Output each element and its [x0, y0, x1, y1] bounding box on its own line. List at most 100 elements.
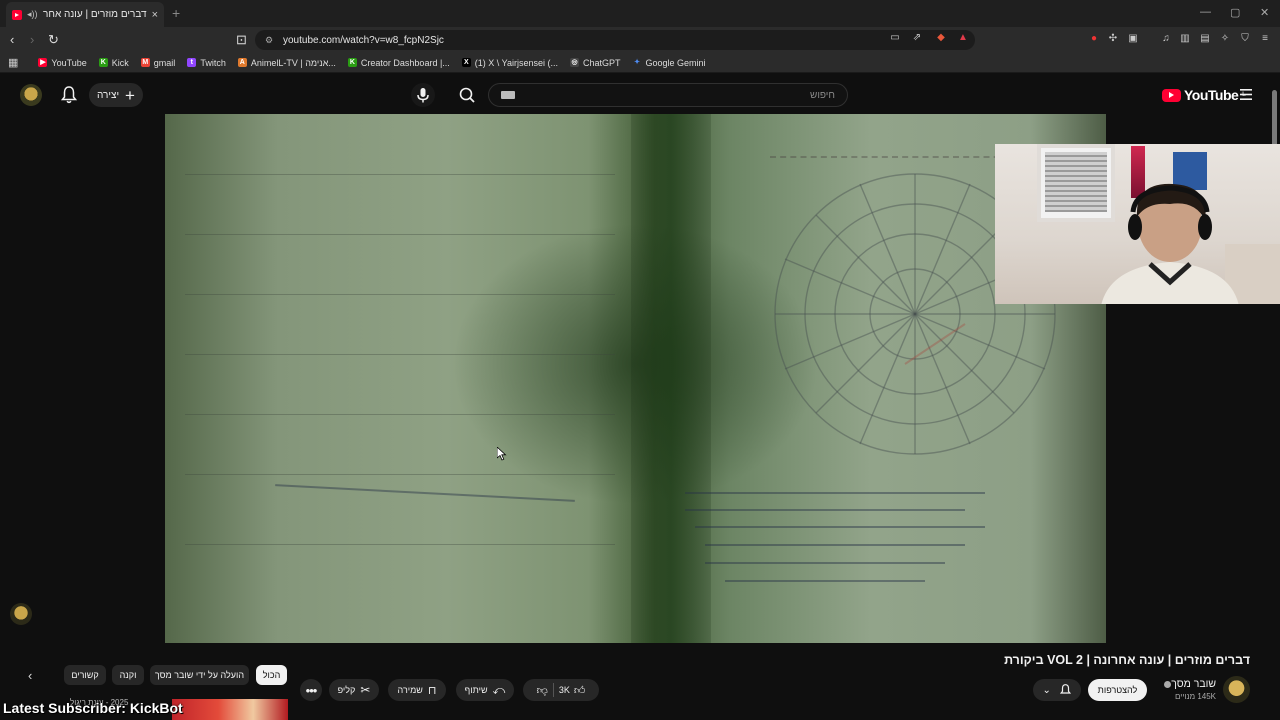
browser-tab-strip: ◂)) דברים מוזרים | עונה אחרונה × + — ▢ ✕ [0, 0, 1280, 27]
bookmark-x[interactable]: X (1) X \ Yairjsensei (... [461, 58, 558, 68]
bookmark-kick[interactable]: K Kick [98, 58, 129, 68]
notifications-bell-icon[interactable] [61, 86, 77, 104]
subscribe-button[interactable]: להצטרפות [1088, 679, 1147, 701]
bell-icon [1060, 684, 1072, 694]
voice-search-icon[interactable] [411, 83, 435, 107]
bookmark-gmail[interactable]: Mgmail [140, 58, 175, 68]
subscriber-count: 145K מנויים [1174, 692, 1216, 701]
maximize-icon[interactable]: ▢ [1230, 6, 1240, 19]
page-rule-line [185, 544, 615, 545]
page-rule-line [185, 174, 615, 175]
kick-icon: K [347, 58, 357, 67]
sidebar-toggle-icon[interactable]: ▥ [1179, 33, 1191, 45]
ink-stroke [685, 492, 985, 494]
ink-stroke [725, 580, 925, 582]
tab-title: דברים מוזרים | עונה אחרונה [43, 9, 147, 20]
browser-toolbar: ‹ › ↻ ⊡ ⚙ youtube.com/watch?v=w8_fcpN2Sj… [0, 27, 1280, 53]
wallet-icon[interactable]: ▤ [1199, 33, 1211, 45]
overlay-thumbnail [172, 699, 288, 720]
chevron-down-icon: ⌄ [1042, 684, 1051, 696]
bookmark-twitch[interactable]: t Twitch [187, 58, 226, 68]
close-window-icon[interactable]: ✕ [1260, 6, 1269, 19]
extensions-icon[interactable]: ✣ [1107, 33, 1119, 45]
minimize-icon[interactable]: — [1200, 6, 1211, 18]
page-rule-line [185, 234, 615, 235]
bookmark-gemini[interactable]: ✦ Google Gemini [633, 58, 705, 68]
search-placeholder: חיפוש [810, 89, 835, 101]
page-rule-line [185, 294, 615, 295]
share-button[interactable]: שיתוף ⤺ [456, 679, 514, 701]
like-button[interactable]: 3K 👍︎ [559, 684, 586, 697]
like-count: 3K [558, 685, 570, 695]
new-tab-button[interactable]: + [172, 5, 180, 21]
bookmark-chatgpt[interactable]: ◎ ChatGPT [570, 58, 621, 68]
vpn-shield-icon[interactable]: ⛉ [1239, 33, 1251, 45]
chip-all[interactable]: הכול [256, 665, 287, 685]
ink-stroke [705, 544, 965, 546]
browser-menu-icon[interactable]: ≡ [1259, 33, 1271, 45]
side-avatar[interactable] [10, 603, 32, 625]
bookmark-animeil[interactable]: A AnimelL-TV | אנימה... [237, 58, 336, 68]
stream-subscriber-overlay: Latest Subscriber: KickBot [3, 700, 183, 716]
speaker-icon[interactable]: ◂)) [27, 9, 38, 20]
clip-label: קליפ [337, 685, 356, 695]
ink-stroke [695, 526, 985, 528]
page-rule-line [185, 354, 615, 355]
reload-icon[interactable]: ↻ [48, 32, 59, 48]
channel-avatar[interactable] [1223, 676, 1250, 703]
chip-related[interactable]: קשורים [64, 665, 106, 685]
site-info-icon[interactable]: ⚙ [265, 35, 275, 46]
logo-text: YouTube [1184, 87, 1239, 103]
more-actions-button[interactable]: ••• [300, 679, 322, 701]
youtube-play-icon [1162, 88, 1181, 102]
webcam-overlay [995, 144, 1280, 304]
media-controls-icon[interactable]: ♫ [1160, 33, 1172, 45]
save-button[interactable]: שמירה ⊓ [388, 679, 446, 701]
clip-button[interactable]: קליפ ✂ [329, 679, 379, 701]
dislike-button[interactable]: 👎︎ [537, 684, 548, 697]
back-icon[interactable]: ‹ [10, 32, 14, 47]
chip-vkane[interactable]: וקנה [112, 665, 144, 685]
close-tab-icon[interactable]: × [152, 9, 158, 21]
guide-menu-icon[interactable] [1240, 89, 1252, 100]
save-label: שמירה [397, 685, 423, 695]
create-label: יצירה [97, 89, 120, 101]
page-scrollbar[interactable] [1272, 90, 1277, 150]
ink-stroke [705, 562, 945, 564]
browser-tab[interactable]: ◂)) דברים מוזרים | עונה אחרונה × [6, 2, 164, 27]
bookmark-icon: ⊓ [427, 684, 437, 697]
gmail-icon: M [140, 58, 150, 67]
search-icon[interactable] [452, 83, 484, 107]
cast-icon[interactable]: ▭ [889, 32, 901, 44]
brave-shield-icon[interactable]: ◆ [935, 32, 947, 44]
address-bar[interactable]: ⚙ youtube.com/watch?v=w8_fcpN2Sjc [255, 30, 975, 50]
bookmark-creator-dashboard[interactable]: K Creator Dashboard |... [347, 58, 450, 68]
leo-ai-icon[interactable]: ✧ [1219, 33, 1231, 45]
ink-stroke [685, 509, 965, 511]
channel-name-text: שובר מסך [1171, 678, 1216, 690]
create-button[interactable]: יצירה + [89, 83, 143, 107]
search-input[interactable]: חיפוש [488, 83, 848, 107]
url-text: youtube.com/watch?v=w8_fcpN2Sjc [283, 34, 444, 46]
bookmark-youtube[interactable]: ▶ YouTube [38, 58, 87, 68]
youtube-logo[interactable]: YouTube IL [1162, 87, 1246, 103]
notification-settings-button[interactable]: ⌄ [1033, 679, 1081, 701]
channel-name[interactable]: שובר מסך [1150, 678, 1216, 690]
chatgpt-icon: ◎ [570, 58, 579, 67]
share-page-icon[interactable]: ⇗ [911, 32, 923, 44]
video-player[interactable] [165, 114, 1106, 643]
chip-uploaded-by-channel[interactable]: הועלה על ידי שובר מסך [150, 665, 249, 685]
page-rule-line [185, 474, 615, 475]
account-avatar[interactable] [20, 84, 42, 106]
forward-icon[interactable]: › [30, 32, 34, 47]
book-spine [631, 114, 711, 643]
keyboard-icon[interactable] [501, 91, 515, 99]
apps-grid-icon[interactable]: ▦ [8, 56, 18, 69]
thumbs-up-icon: 👍︎ [573, 684, 586, 697]
video-title: דברים מוזרים | עונה אחרונה | VOL 2 ביקור… [1004, 653, 1250, 667]
bookmark-page-icon[interactable]: ⊡ [236, 32, 247, 48]
extension-box-icon[interactable]: ▣ [1127, 33, 1139, 45]
chevron-left-icon[interactable]: ‹ [28, 668, 32, 683]
extension-record-icon[interactable]: ● [1088, 33, 1100, 45]
brave-rewards-icon[interactable]: ▲ [957, 32, 969, 44]
